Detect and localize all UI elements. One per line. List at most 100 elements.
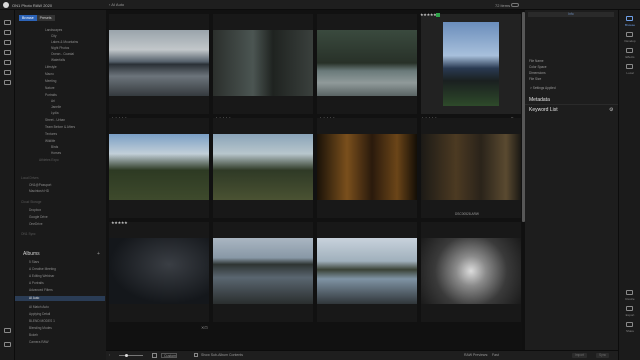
keyword-list-title[interactable]: Keyword List	[529, 107, 558, 113]
photo-thumbnail[interactable]	[317, 238, 417, 304]
browse-icon[interactable]	[626, 16, 633, 21]
thumbnail-size-slider[interactable]	[119, 354, 143, 357]
folder-item[interactable]: Night Photos	[51, 46, 69, 51]
module-effects[interactable]: Effects	[621, 55, 639, 59]
module-develop[interactable]: Develop	[621, 39, 639, 43]
folder-item[interactable]: Waterfalls	[51, 58, 65, 63]
folder-item[interactable]: Athletes Expo	[39, 158, 59, 163]
star-rating[interactable]: ★★★★★	[420, 12, 441, 17]
effects-icon[interactable]	[626, 48, 633, 53]
photo-cell[interactable]	[421, 222, 521, 322]
album-icon[interactable]	[4, 70, 11, 75]
tab-browse[interactable]: Browse	[19, 15, 37, 21]
photo-cell[interactable]: DSC00528.ARW	[421, 118, 521, 218]
grid-view-icon[interactable]	[152, 353, 157, 358]
drive-item[interactable]: Macintosh HD	[29, 189, 49, 194]
slider-knob[interactable]	[125, 354, 128, 357]
show-subalbum-checkbox[interactable]	[194, 353, 198, 357]
album-item[interactable]: Advanced Filters	[29, 288, 53, 293]
cloud-icon[interactable]	[4, 60, 11, 65]
photo-cell[interactable]	[109, 118, 209, 218]
sort-dropdown[interactable]: Custom	[161, 353, 177, 358]
photo-thumbnail[interactable]	[109, 238, 209, 304]
folder-item[interactable]: Ari	[51, 99, 55, 104]
module-export[interactable]: Export	[621, 313, 639, 317]
folder-item[interactable]: Landscapes	[45, 28, 62, 33]
photo-cell[interactable]	[213, 118, 313, 218]
raw-previews-value[interactable]: Fast	[492, 353, 499, 357]
drive-icon[interactable]	[4, 40, 11, 45]
album-item[interactable]: A Editing Webinar	[29, 274, 54, 279]
photo-thumbnail[interactable]	[317, 30, 417, 96]
camera-icon[interactable]	[4, 30, 11, 35]
compare-icon[interactable]: ✕⊡	[201, 325, 208, 330]
folder-item[interactable]: City	[51, 34, 57, 39]
resize-icon[interactable]	[626, 290, 633, 295]
folder-item[interactable]: Nature	[45, 86, 55, 91]
folder-icon[interactable]	[4, 50, 11, 55]
add-album-button[interactable]: +	[97, 251, 100, 257]
person-icon[interactable]	[4, 328, 11, 333]
album-item[interactable]: BLEND MODES 1	[29, 319, 55, 324]
folder-item[interactable]: Textures	[45, 132, 57, 137]
album-item[interactable]: Blending Modes	[29, 326, 52, 331]
photo-thumbnail[interactable]	[443, 22, 499, 106]
album-item[interactable]: A Portraits	[29, 281, 44, 286]
photo-thumbnail[interactable]	[421, 238, 521, 304]
photo-cell[interactable]	[317, 222, 417, 322]
module-local[interactable]: Local	[621, 71, 639, 75]
star-rating[interactable]: ★★★★★	[111, 220, 128, 225]
tab-presets[interactable]: Presets	[36, 15, 55, 21]
folder-item[interactable]: Team Before & Afters	[45, 125, 75, 130]
album-item[interactable]: Camera RAW	[29, 340, 49, 345]
photo-thumbnail[interactable]	[109, 30, 209, 96]
folder-item[interactable]: Meeting	[45, 79, 56, 84]
develop-icon[interactable]	[626, 32, 633, 37]
photo-cell[interactable]: ★★★★★	[109, 220, 209, 322]
settings-applied-toggle[interactable]: > Settings Applied	[530, 86, 556, 90]
search-icon[interactable]	[4, 80, 11, 85]
import-button[interactable]: Import	[572, 353, 588, 358]
drive-item[interactable]: ON1@Passport	[29, 183, 51, 188]
cloud-item[interactable]: Dropbox	[29, 208, 41, 213]
photo-cell[interactable]: ★★★★★	[317, 14, 417, 121]
folder-item[interactable]: Horses	[51, 151, 61, 156]
photo-cell[interactable]	[317, 118, 417, 218]
photo-cell[interactable]: ★★★★★	[213, 14, 313, 121]
albums-section-title[interactable]: Albums	[23, 251, 40, 257]
view-toggle[interactable]	[511, 3, 519, 7]
info-tab[interactable]: Info	[528, 12, 614, 17]
back-button[interactable]: ‹ AI Auto	[109, 2, 124, 7]
photo-cell[interactable]	[213, 222, 313, 322]
gear-icon[interactable]: ⚙	[609, 107, 613, 113]
photo-thumbnail[interactable]	[109, 134, 209, 200]
folder-item[interactable]: Street - Urban	[45, 118, 65, 123]
folder-item[interactable]: Macro	[45, 72, 54, 77]
local-icon[interactable]	[626, 64, 633, 69]
photo-cell-selected[interactable]: ★★★★★ ★★★★★ ↻	[420, 12, 521, 121]
recent-icon[interactable]	[4, 342, 11, 347]
photo-thumbnail[interactable]	[317, 134, 417, 200]
album-item[interactable]: Applying Detail	[29, 312, 50, 317]
cloud-item[interactable]: Google Drive	[29, 215, 48, 220]
metadata-section-title[interactable]: Metadata	[529, 97, 550, 103]
folder-item[interactable]: Lifestyle	[45, 65, 57, 70]
album-item[interactable]: A Creative Meeting	[29, 267, 56, 272]
photo-thumbnail[interactable]	[213, 238, 313, 304]
photo-thumbnail[interactable]	[213, 30, 313, 96]
export-icon[interactable]	[626, 306, 633, 311]
photo-thumbnail[interactable]	[213, 134, 313, 200]
folder-item[interactable]: Portraits	[45, 93, 57, 98]
photo-cell[interactable]: ★★★★★	[109, 14, 209, 121]
folder-item[interactable]: Janelle	[51, 105, 61, 110]
cloud-item[interactable]: OneDrive	[29, 222, 42, 227]
folder-item[interactable]: Lakes & Mountains	[51, 40, 78, 45]
folder-item[interactable]: Wildlife	[45, 139, 55, 144]
sync-button[interactable]: Sync	[596, 353, 610, 358]
folder-item[interactable]: Ocean - Coastal	[51, 52, 74, 57]
module-share[interactable]: Share	[621, 329, 639, 333]
folder-item[interactable]: Lydia	[51, 111, 59, 116]
module-browse[interactable]: Browse	[621, 23, 639, 27]
computer-icon[interactable]	[4, 20, 11, 25]
album-item[interactable]: Bokeh	[29, 333, 38, 338]
